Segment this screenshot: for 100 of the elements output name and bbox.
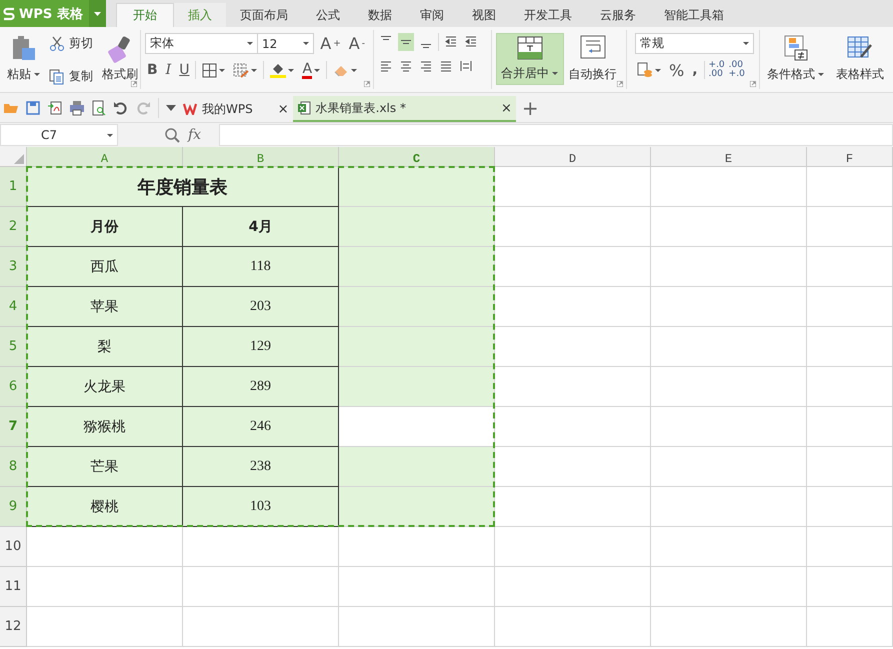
copy-label: 复制 (69, 68, 93, 85)
table-cell: 238 (183, 447, 339, 487)
format-painter-button[interactable]: 格式刷 (99, 33, 141, 85)
dialog-launcher-icon[interactable] (750, 81, 756, 87)
caret-icon[interactable] (743, 42, 749, 45)
decrease-decimal-button[interactable]: .00 +.0 (728, 61, 745, 79)
ribbon-tab[interactable]: 云服务 (586, 3, 650, 27)
save-icon[interactable] (25, 100, 41, 116)
caret-icon[interactable] (303, 42, 310, 45)
zoom-formula-icon[interactable] (164, 127, 180, 143)
caret-icon (94, 12, 101, 16)
formula-input-field[interactable] (219, 124, 893, 146)
align-lines-icon (380, 60, 392, 72)
dialog-launcher-icon[interactable] (364, 81, 370, 87)
export-pdf-icon[interactable] (47, 100, 63, 116)
name-box-value: C7 (41, 128, 58, 142)
table-cell: 芒果 (27, 447, 183, 487)
caret-icon[interactable] (351, 68, 358, 72)
ribbon-tab[interactable]: 审阅 (406, 3, 458, 27)
ribbon-tab[interactable]: 公式 (302, 3, 354, 27)
copy-button[interactable]: 复制 (49, 68, 93, 85)
font-name-dropdown[interactable]: 宋体 (145, 33, 258, 54)
document-tab-label: 我的WPS (202, 100, 253, 118)
dialog-launcher-icon[interactable] (617, 81, 623, 87)
undo-icon[interactable] (113, 100, 129, 116)
align-lines-icon (460, 60, 472, 72)
paste-label: 粘贴 (7, 66, 31, 83)
table-cell: 103 (183, 487, 339, 527)
cut-label: 剪切 (69, 35, 93, 52)
caret-icon[interactable] (251, 68, 258, 72)
new-tab-button[interactable]: + (516, 96, 545, 120)
scissors-icon (49, 36, 65, 52)
column-header[interactable]: F (807, 147, 893, 167)
number-format-dropdown[interactable]: 常规 (635, 33, 754, 54)
align-lines-icon (400, 60, 412, 72)
table-cell: 月份 (27, 207, 183, 247)
table-cell: 4月 (183, 207, 339, 247)
caret-icon[interactable] (552, 72, 558, 75)
increase-decimal-button[interactable]: +.0 .00 (708, 61, 725, 79)
column-header[interactable]: E (651, 147, 807, 167)
table-cell: 118 (183, 247, 339, 287)
wrap-text-button[interactable]: 自动换行 (566, 33, 620, 85)
ribbon-tab[interactable]: 智能工具箱 (650, 3, 738, 27)
shrink-font-button[interactable]: A$^{-}$ (346, 34, 367, 54)
percent-button[interactable]: % (667, 60, 686, 80)
caret-icon[interactable] (107, 134, 113, 136)
printer-icon[interactable] (69, 100, 85, 116)
active-cell[interactable] (339, 407, 495, 447)
menu-dropdown-button[interactable] (89, 0, 106, 27)
caret-icon[interactable] (219, 68, 226, 72)
vertical-align-button[interactable] (398, 33, 414, 51)
wrap-text-icon (580, 35, 606, 59)
align-lines-icon (440, 60, 452, 72)
caret-icon[interactable] (655, 68, 661, 72)
document-tab[interactable]: 我的WPS × (179, 96, 293, 122)
insert-function-button[interactable]: fx (188, 127, 202, 143)
conditional-format-label: 条件格式 (767, 66, 815, 83)
table-cell: 129 (183, 327, 339, 367)
cut-button[interactable]: 剪切 (49, 35, 93, 52)
merge-center-button[interactable]: 合并居中 (496, 33, 564, 85)
dropdown-arrow-icon[interactable] (166, 104, 176, 110)
row-header[interactable]: 10 (0, 527, 27, 567)
row-header[interactable]: 12 (0, 607, 27, 647)
caret-icon[interactable] (314, 68, 320, 72)
ribbon-tab[interactable]: 开发工具 (510, 3, 586, 27)
font-size-dropdown[interactable]: 12 (256, 33, 314, 54)
table-cell: 203 (183, 287, 339, 327)
caret-icon[interactable] (288, 68, 294, 72)
caret-icon[interactable] (246, 42, 253, 45)
paste-button[interactable]: 粘贴 (4, 33, 43, 85)
document-tab[interactable]: 水果销量表.xls * × (292, 96, 516, 122)
font-color-button[interactable]: A (300, 60, 322, 80)
comma-style-button[interactable]: , (690, 60, 700, 80)
conditional-format-icon (782, 35, 808, 61)
copy-icon (49, 68, 65, 84)
underline-button[interactable]: U (177, 60, 192, 80)
ribbon-tab[interactable]: 页面布局 (226, 3, 302, 27)
name-box[interactable]: C7 (0, 124, 118, 146)
ribbon-tab[interactable]: 视图 (458, 3, 510, 27)
align-lines-icon (381, 36, 391, 40)
column-header[interactable]: D (495, 147, 651, 167)
currency-button[interactable] (635, 60, 663, 80)
bold-button[interactable]: B (145, 60, 160, 80)
ribbon-tab[interactable]: 数据 (354, 3, 406, 27)
caret-icon[interactable] (818, 73, 824, 76)
print-preview-icon[interactable] (91, 100, 107, 116)
caret-icon[interactable] (34, 73, 40, 76)
conditional-format-button[interactable]: 条件格式 (764, 33, 827, 85)
app-name: WPS 表格 (19, 6, 83, 22)
close-tab-button[interactable]: × (500, 100, 512, 116)
ribbon-tab[interactable]: 开始 (116, 3, 174, 27)
grow-font-button[interactable]: A$^{+}$ (318, 34, 343, 54)
table-cell: 梨 (27, 327, 183, 367)
italic-button[interactable]: I (164, 60, 174, 80)
row-header[interactable]: 11 (0, 567, 27, 607)
close-tab-button[interactable]: × (278, 102, 289, 116)
document-tab-label: 水果销量表.xls * (316, 100, 406, 116)
table-style-button[interactable]: 表格样式 (833, 33, 887, 85)
dialog-launcher-icon[interactable] (131, 81, 137, 87)
corner-triangle-icon (14, 154, 24, 164)
